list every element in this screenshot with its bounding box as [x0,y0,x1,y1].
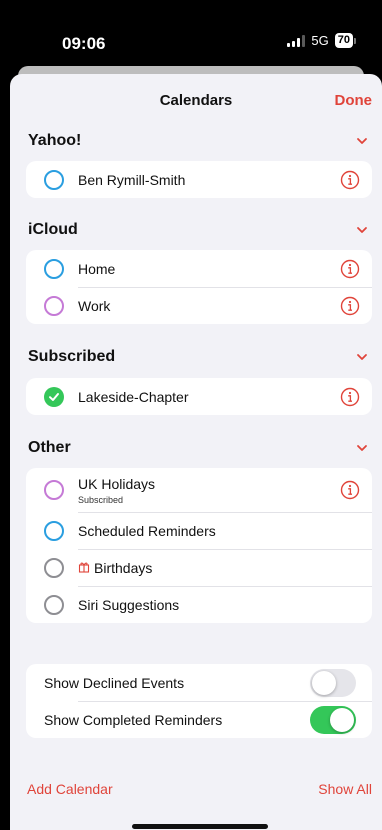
list-item[interactable]: Scheduled Reminders [26,512,372,549]
calendar-name: Lakeside-Chapter [78,388,189,405]
calendar-toggle-circle[interactable] [44,258,64,279]
calendar-sublabel: Subscribed [78,495,124,505]
settings-list: Show Declined Events Show Completed Remi… [26,664,372,738]
list-item[interactable]: UK Holidays Subscribed [26,468,372,512]
status-bar: 09:06 5G 70 [0,0,382,64]
battery-level: 70 [334,33,353,48]
section-title: Other [28,439,71,456]
setting-row: Show Declined Events [26,664,372,701]
setting-label: Show Declined Events [44,674,185,691]
calendar-toggle-circle[interactable] [44,295,64,316]
calendar-toggle-circle[interactable] [44,480,64,500]
checkmark-icon [49,392,59,401]
add-calendar-button[interactable]: Add Calendar [27,781,113,797]
chevron-down-icon[interactable] [354,223,370,237]
section-title: iCloud [28,221,78,238]
setting-row: Show Completed Reminders [26,701,372,738]
list-item[interactable]: Work [26,287,372,324]
done-button[interactable]: Done [335,92,373,109]
calendars-sheet: Calendars Done Yahoo! Ben Rymill-Smith i… [10,74,382,830]
home-indicator[interactable] [132,824,268,829]
calendar-toggle-circle[interactable] [44,520,64,541]
calendar-toggle-circle[interactable] [44,557,64,578]
section-header-yahoo[interactable]: Yahoo! [28,132,370,156]
list-item[interactable]: Home [26,250,372,287]
page-title: Calendars [159,92,233,109]
chevron-down-icon[interactable] [354,441,370,455]
show-declined-events-toggle[interactable] [310,668,356,697]
calendar-list-yahoo: Ben Rymill-Smith [26,161,372,198]
info-icon[interactable] [340,480,360,500]
status-time: 09:06 [62,34,106,53]
list-item[interactable]: Birthdays [26,549,372,586]
info-icon[interactable] [340,170,360,190]
calendar-name: Home [78,260,116,277]
calendar-name: Siri Suggestions [78,596,180,613]
info-icon[interactable] [340,296,360,316]
setting-label: Show Completed Reminders [44,711,223,728]
calendar-list-other: UK Holidays Subscribed Scheduled Reminde… [26,468,372,623]
chevron-down-icon[interactable] [354,350,370,364]
calendar-list-subscribed: Lakeside-Chapter [26,378,372,415]
battery-icon: 70 [334,33,356,48]
info-icon[interactable] [340,387,360,407]
show-completed-reminders-toggle[interactable] [310,705,356,734]
list-item[interactable]: Siri Suggestions [26,586,372,623]
list-item[interactable]: Ben Rymill-Smith [26,161,372,198]
gift-icon [78,562,90,573]
calendar-name: Birthdays [94,559,153,576]
network-label: 5G [311,33,329,48]
calendar-toggle-circle[interactable] [44,169,64,190]
calendar-name: Ben Rymill-Smith [78,171,186,188]
section-title: Subscribed [28,348,116,365]
calendar-name: Work [78,297,111,314]
status-indicators: 5G 70 [287,33,356,48]
chevron-down-icon[interactable] [354,134,370,148]
section-header-subscribed[interactable]: Subscribed [28,348,370,372]
section-header-other[interactable]: Other [28,439,370,463]
show-all-button[interactable]: Show All [318,781,372,797]
section-title: Yahoo! [28,132,82,149]
calendar-name: UK Holidays [78,476,156,492]
signal-icon [287,34,306,47]
calendar-list-icloud: Home Work [26,250,372,324]
calendar-toggle-circle[interactable] [44,594,64,615]
list-item[interactable]: Lakeside-Chapter [26,378,372,415]
calendar-toggle-circle[interactable] [44,386,64,407]
calendar-name: Scheduled Reminders [78,522,216,539]
section-header-icloud[interactable]: iCloud [28,221,370,245]
info-icon[interactable] [340,259,360,279]
